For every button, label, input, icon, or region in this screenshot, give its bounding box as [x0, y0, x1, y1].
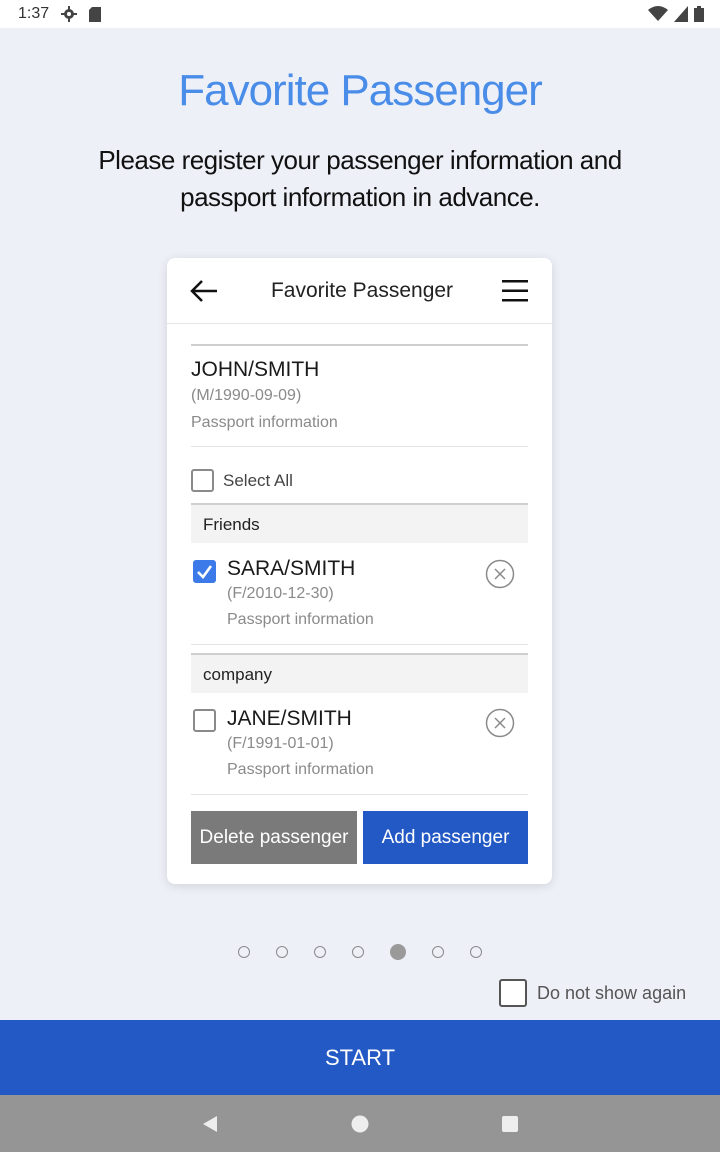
- page-dot[interactable]: [276, 946, 288, 958]
- page-dot[interactable]: [432, 946, 444, 958]
- start-button[interactable]: START: [0, 1020, 720, 1095]
- card-title: Favorite Passenger: [270, 279, 454, 302]
- passport-info-sara[interactable]: Passport information: [227, 611, 374, 629]
- menu-icon[interactable]: [501, 278, 529, 304]
- select-all-label: Select All: [223, 471, 293, 490]
- recents-icon[interactable]: [500, 1114, 520, 1134]
- add-passenger-button[interactable]: Add passenger: [363, 811, 528, 864]
- card-header: Favorite Passenger: [167, 258, 552, 324]
- passenger-checkbox-sara[interactable]: [193, 560, 216, 583]
- do-not-show-again-checkbox[interactable]: [499, 979, 527, 1007]
- delete-passenger-button[interactable]: Delete passenger: [191, 811, 357, 864]
- battery-icon: [694, 6, 704, 22]
- page-subtitle: Please register your passenger informati…: [98, 145, 622, 212]
- passenger-checkbox-jane[interactable]: [193, 709, 216, 732]
- status-left: 1:37: [18, 5, 102, 23]
- do-not-show-again-label: Do not show again: [537, 982, 687, 1003]
- group-header-friends: Friends: [191, 503, 528, 543]
- primary-passport-info[interactable]: Passport information: [191, 414, 338, 432]
- primary-passenger-meta: (M/1990-09-09): [191, 387, 302, 404]
- select-all-checkbox[interactable]: [191, 469, 214, 492]
- page-dot[interactable]: [352, 946, 364, 958]
- remove-icon[interactable]: [485, 559, 515, 589]
- divider: [191, 644, 528, 645]
- group-header-company: company: [191, 653, 528, 693]
- primary-passenger-name: JOHN/SMITH: [191, 358, 320, 381]
- divider: [191, 344, 528, 346]
- divider: [191, 794, 528, 795]
- system-nav-bar: [0, 1095, 720, 1152]
- do-not-show-again-option[interactable]: Do not show again: [499, 979, 686, 1007]
- passenger-meta-jane: (F/1991-01-01): [227, 735, 334, 752]
- wifi-icon: [648, 6, 668, 21]
- page-dot-active[interactable]: [390, 944, 406, 960]
- sd-card-icon: [89, 6, 102, 22]
- passenger-name-jane: JANE/SMITH: [227, 707, 352, 730]
- home-icon[interactable]: [350, 1114, 370, 1134]
- page-indicator: [0, 942, 720, 962]
- settings-icon: [61, 6, 78, 22]
- page-dot[interactable]: [238, 946, 250, 958]
- page-dot[interactable]: [314, 946, 326, 958]
- remove-icon[interactable]: [485, 708, 515, 738]
- signal-icon: [674, 6, 688, 22]
- back-icon[interactable]: [200, 1114, 220, 1134]
- passenger-name-sara: SARA/SMITH: [227, 557, 356, 580]
- status-right: [648, 6, 704, 22]
- page-title: Favorite Passenger: [178, 66, 543, 115]
- status-bar: 1:37: [0, 0, 720, 28]
- checkmark-icon: [197, 565, 213, 579]
- passport-info-jane[interactable]: Passport information: [227, 761, 374, 779]
- status-time: 1:37: [18, 5, 50, 22]
- page-dot[interactable]: [470, 946, 482, 958]
- preview-card: Favorite Passenger JOHN/SMITH (M/1990-09…: [167, 258, 552, 884]
- divider: [191, 446, 528, 447]
- passenger-meta-sara: (F/2010-12-30): [227, 585, 334, 602]
